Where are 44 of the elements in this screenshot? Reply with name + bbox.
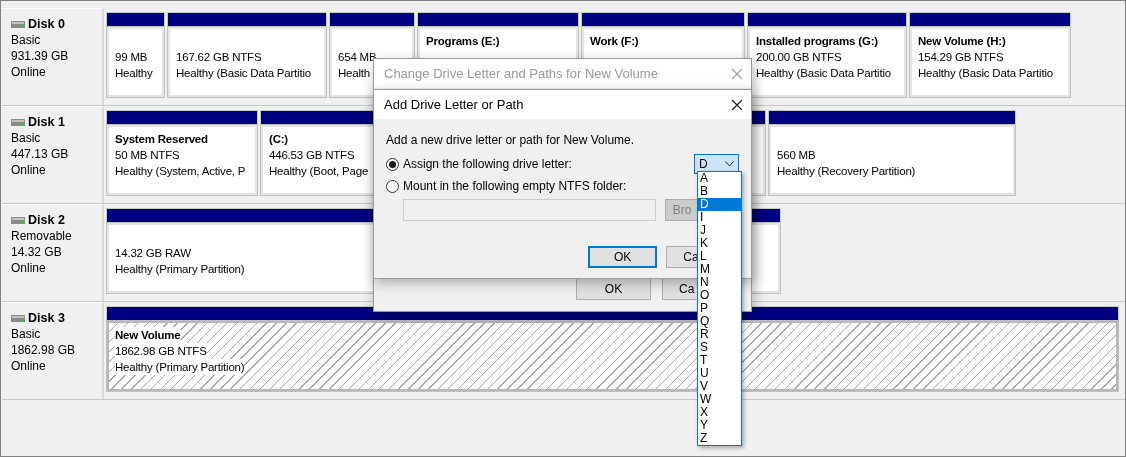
partition-title: New Volume [115,327,181,343]
partition-status: Healthy (System, Active, P [115,164,246,179]
partition-status: Healthy (Basic Data Partitio [756,66,891,81]
disk-size: 931.39 GB [11,48,70,64]
disk-type: Removable [11,228,73,244]
disk-name: Disk 3 [28,310,65,326]
disk-type: Basic [11,326,42,342]
disk-status: Online [11,260,47,276]
disk-name: Disk 2 [28,212,65,228]
partition-size: 154.29 GB NTFS [918,50,1004,65]
partition-size: 50 MB NTFS [115,148,180,163]
dialog-title: Add Drive Letter or Path [384,97,524,112]
partition-title: Programs (E:) [426,34,500,49]
partition-status: Healthy (Primary Partition) [115,359,245,375]
partition-size: 446.53 GB NTFS [269,148,355,163]
partition-status: Health [338,66,371,81]
partition-size: 167.62 GB NTFS [176,50,262,65]
disk-status: Online [11,64,47,80]
partition-status: Healthy (Recovery Partition) [777,164,916,179]
partition-status: Healthy (Boot, Page [269,164,369,179]
partition-size: 99 MB [115,50,148,65]
disk-size: 14.32 GB [11,244,63,260]
partition-title: Installed programs (G:) [756,34,878,49]
partition-size: 14.32 GB RAW [115,246,191,261]
partition-status: Healthy (Basic Data Partitio [176,66,311,81]
partition-title: System Reserved [115,132,208,147]
disk-type: Basic [11,32,42,48]
partition-status: Healthy (Basic Data Partitio [918,66,1053,81]
disk-status: Online [11,358,47,374]
partition-status: Healthy (Primary Partition) [115,262,245,277]
dialog-prompt: Add a new drive letter or path for New Volume. [386,133,636,147]
disk-name: Disk 1 [28,114,65,130]
disk-name: Disk 0 [28,16,65,32]
disk-status: Online [11,162,47,178]
partition-title: (C:) [269,132,288,147]
disk-size: 447.13 GB [11,146,70,162]
partition-title: Work (F:) [590,34,639,49]
disk-size: 1862.98 GB [11,342,77,358]
partition-size: 1862.98 GB NTFS [115,343,207,359]
partition-size: 200.00 GB NTFS [756,50,842,65]
partition-title: New Volume (H:) [918,34,1006,49]
partition-size: 560 MB [777,148,816,163]
partition-status: Healthy [115,66,153,81]
disk-type: Basic [11,130,42,146]
